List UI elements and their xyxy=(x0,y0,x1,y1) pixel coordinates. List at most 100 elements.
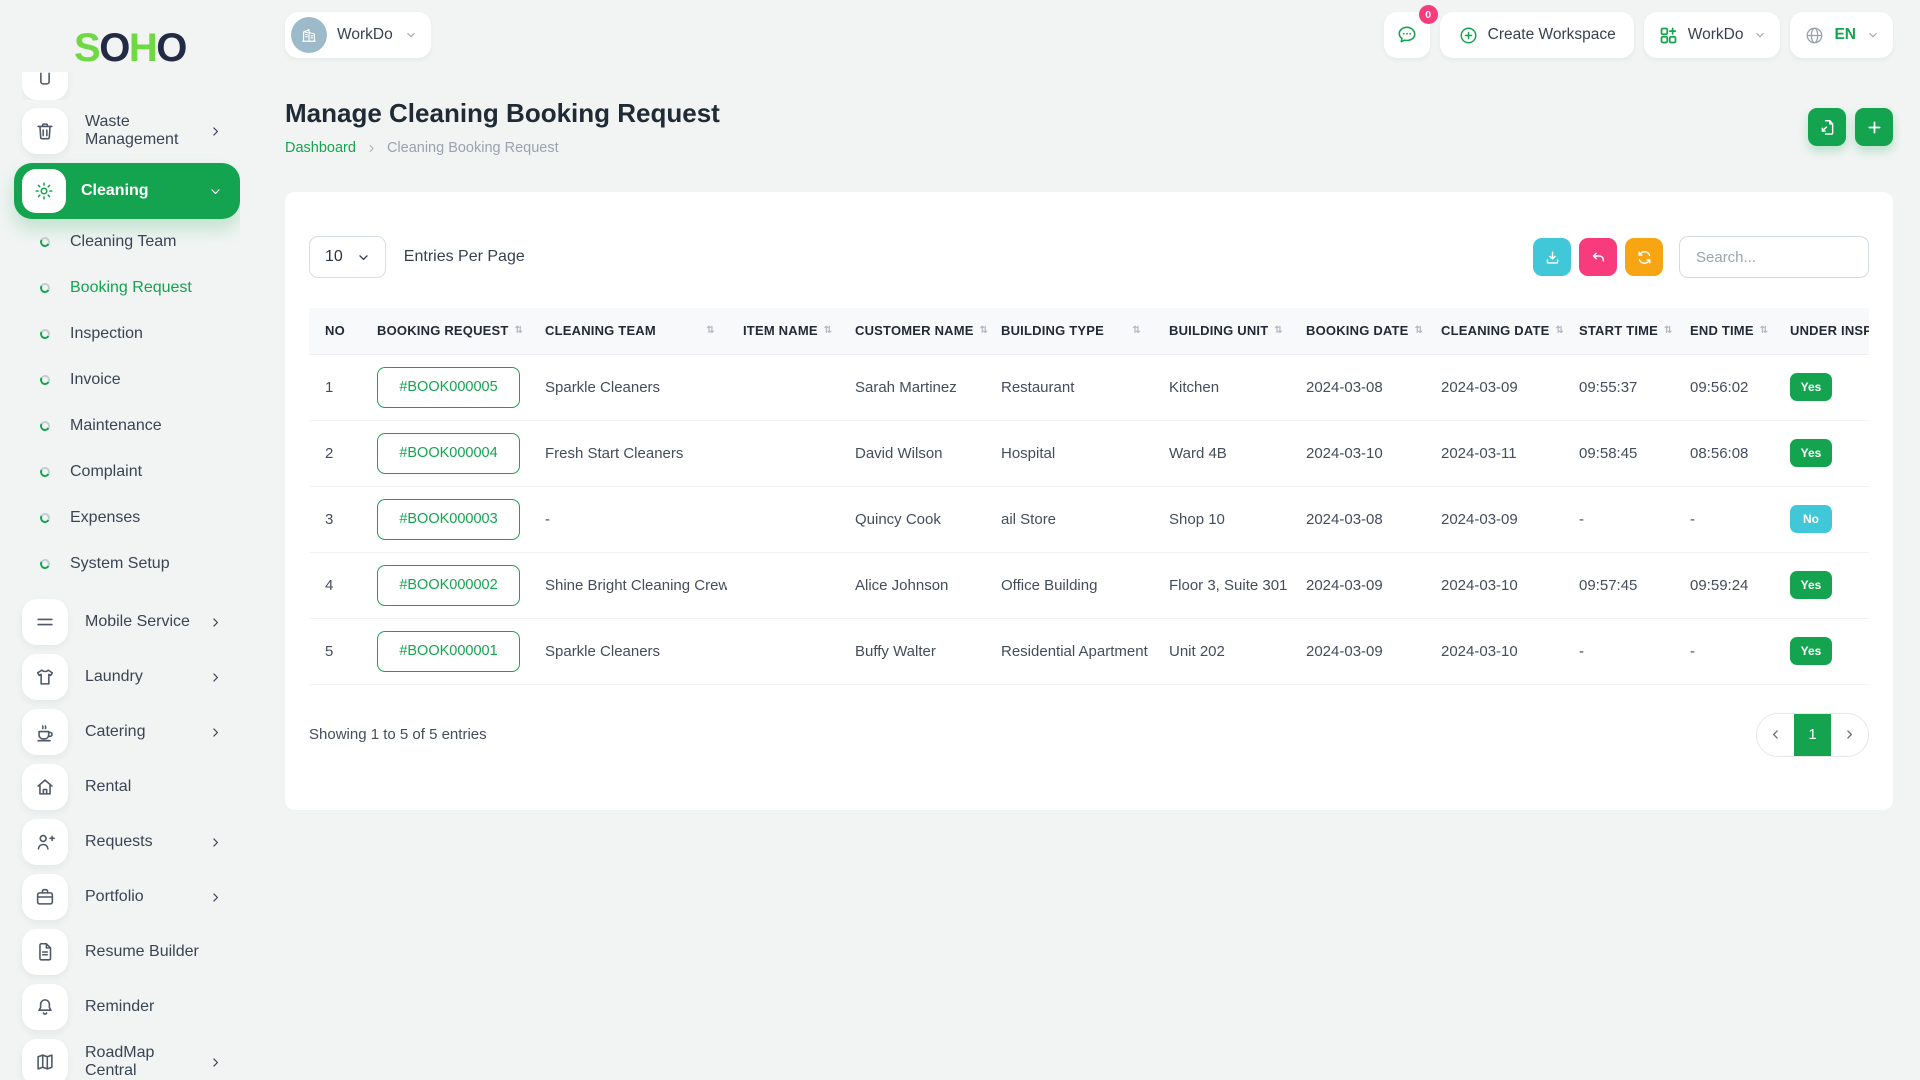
col-cleaning-date[interactable]: CLEANING DATE⇅ xyxy=(1425,308,1563,354)
sort-icon[interactable]: ⇅ xyxy=(980,325,989,336)
sidebar-item-portfolio[interactable]: Portfolio xyxy=(22,874,240,920)
cell-no: 2 xyxy=(309,420,361,486)
prev-page-button[interactable] xyxy=(1757,714,1794,756)
entries-per-page-select[interactable]: 10 xyxy=(309,236,386,278)
col-start-time[interactable]: START TIME⇅ xyxy=(1563,308,1674,354)
sidebar-subitem-maintenance[interactable]: Maintenance xyxy=(0,415,240,437)
next-page-button[interactable] xyxy=(1831,714,1868,756)
sort-icon[interactable]: ⇅ xyxy=(1415,325,1424,336)
menu-icon xyxy=(22,599,68,645)
sidebar-subitem-system-setup[interactable]: System Setup xyxy=(0,553,240,575)
cell-customer-name: Sarah Martinez xyxy=(839,354,985,420)
sidebar-item-reminder[interactable]: Reminder xyxy=(22,984,240,1030)
sidebar-subitem-inspection[interactable]: Inspection xyxy=(0,323,240,345)
sidebar-subitem-expenses[interactable]: Expenses xyxy=(0,507,240,529)
column-label: NO xyxy=(325,323,345,338)
cell-cleaning-date: 2024-03-10 xyxy=(1425,552,1563,618)
sidebar-subitem-label: Expenses xyxy=(70,509,140,527)
home-icon xyxy=(22,764,68,810)
chevron-left-icon xyxy=(1769,728,1782,741)
page-header: Manage Cleaning Booking Request Dashboar… xyxy=(240,58,1920,156)
cell-end-time: - xyxy=(1674,618,1774,684)
grid-plus-icon xyxy=(1658,25,1679,46)
col-building-unit[interactable]: BUILDING UNIT⇅ xyxy=(1153,308,1290,354)
search-input[interactable] xyxy=(1679,236,1869,278)
col-under-inspection[interactable]: UNDER INSPECTION xyxy=(1774,308,1869,354)
logo-letter: O xyxy=(156,26,186,70)
cell-no: 3 xyxy=(309,486,361,552)
cell-start-time: 09:55:37 xyxy=(1563,354,1674,420)
col-end-time[interactable]: END TIME⇅ xyxy=(1674,308,1774,354)
sort-icon[interactable]: ⇅ xyxy=(1556,325,1565,336)
sort-icon[interactable]: ⇅ xyxy=(515,325,524,336)
download-icon xyxy=(1544,249,1561,266)
sort-icon[interactable]: ⇅ xyxy=(1132,325,1141,336)
sort-icon[interactable]: ⇅ xyxy=(824,325,833,336)
bullet-icon xyxy=(39,558,51,570)
sidebar-subitem-cleaning-team[interactable]: Cleaning Team xyxy=(0,231,240,253)
current-page[interactable]: 1 xyxy=(1794,714,1831,756)
refresh-button[interactable] xyxy=(1625,238,1663,276)
cell-start-time: - xyxy=(1563,618,1674,684)
export-button[interactable] xyxy=(1808,108,1846,146)
sidebar-item-roadmap-central[interactable]: RoadMap Central xyxy=(22,1039,240,1080)
cell-building-type: ail Store xyxy=(985,486,1153,552)
sidebar-subitem-label: Booking Request xyxy=(70,279,192,297)
booking-request-button[interactable]: #BOOK000005 xyxy=(377,367,520,408)
sidebar-item-rental[interactable]: Rental xyxy=(22,764,240,810)
sidebar-item-mobile-service[interactable]: Mobile Service xyxy=(22,599,240,645)
refresh-icon xyxy=(1636,249,1653,266)
trash-icon xyxy=(22,108,68,154)
page-actions xyxy=(1808,108,1893,146)
sidebar-item-requests[interactable]: Requests xyxy=(22,819,240,865)
coffee-icon xyxy=(22,709,68,755)
cell-cleaning-date: 2024-03-09 xyxy=(1425,486,1563,552)
create-workspace-button[interactable]: Create Workspace xyxy=(1440,12,1634,58)
sidebar-item-laundry[interactable]: Laundry xyxy=(22,654,240,700)
messages-button[interactable]: 0 xyxy=(1384,12,1430,58)
chevron-down-icon xyxy=(1754,29,1766,41)
bullet-icon xyxy=(39,420,51,432)
cell-customer-name: Quincy Cook xyxy=(839,486,985,552)
sidebar-subitem-invoice[interactable]: Invoice xyxy=(0,369,240,391)
sort-icon[interactable]: ⇅ xyxy=(1274,325,1283,336)
booking-request-button[interactable]: #BOOK000003 xyxy=(377,499,520,540)
sort-icon[interactable]: ⇅ xyxy=(1760,325,1769,336)
sidebar-item-resume-builder[interactable]: Resume Builder xyxy=(22,929,240,975)
chevron-right-icon xyxy=(209,726,222,739)
table-header-row: NO BOOKING REQUEST⇅ CLEANING TEAM⇅ ITEM … xyxy=(309,308,1869,354)
add-booking-button[interactable] xyxy=(1855,108,1893,146)
brand-logo[interactable]: SOHO xyxy=(0,0,240,70)
booking-request-button[interactable]: #BOOK000004 xyxy=(377,433,520,474)
sort-icon[interactable]: ⇅ xyxy=(1664,325,1673,336)
sort-icon[interactable]: ⇅ xyxy=(706,325,715,336)
sidebar-item-cleaning[interactable]: Cleaning xyxy=(14,163,240,219)
app-root: SOHO Waste Management xyxy=(0,0,1920,810)
cell-booking-date: 2024-03-09 xyxy=(1290,618,1425,684)
table-row: 2 #BOOK000004 Fresh Start Cleaners David… xyxy=(309,420,1869,486)
col-customer-name[interactable]: CUSTOMER NAME⇅ xyxy=(839,308,985,354)
booking-request-button[interactable]: #BOOK000001 xyxy=(377,631,520,672)
undo-button[interactable] xyxy=(1579,238,1617,276)
col-cleaning-team[interactable]: CLEANING TEAM⇅ xyxy=(529,308,727,354)
breadcrumb-dashboard-link[interactable]: Dashboard xyxy=(285,140,356,156)
col-booking-request[interactable]: BOOKING REQUEST⇅ xyxy=(361,308,529,354)
col-item-name[interactable]: ITEM NAME⇅ xyxy=(727,308,839,354)
cell-item-name xyxy=(727,354,839,420)
col-booking-date[interactable]: BOOKING DATE⇅ xyxy=(1290,308,1425,354)
sidebar-item-clipped[interactable] xyxy=(22,72,240,100)
sidebar-subitem-booking-request[interactable]: Booking Request xyxy=(0,277,240,299)
cell-cleaning-team: Sparkle Cleaners xyxy=(529,354,727,420)
sidebar-item-waste-management[interactable]: Waste Management xyxy=(22,108,240,154)
sidebar-nav: Waste Management Cleaning Cleaning Team xyxy=(0,72,240,1080)
language-selector[interactable]: EN xyxy=(1790,12,1893,58)
download-button[interactable] xyxy=(1533,238,1571,276)
apps-menu-button[interactable]: WorkDo xyxy=(1644,12,1781,58)
workspace-selector[interactable]: WorkDo xyxy=(285,12,431,58)
col-no[interactable]: NO xyxy=(309,308,361,354)
sidebar-item-catering[interactable]: Catering xyxy=(22,709,240,755)
sidebar-subitem-complaint[interactable]: Complaint xyxy=(0,461,240,483)
booking-request-button[interactable]: #BOOK000002 xyxy=(377,565,520,606)
pagination: 1 xyxy=(1756,713,1869,757)
col-building-type[interactable]: BUILDING TYPE⇅ xyxy=(985,308,1153,354)
